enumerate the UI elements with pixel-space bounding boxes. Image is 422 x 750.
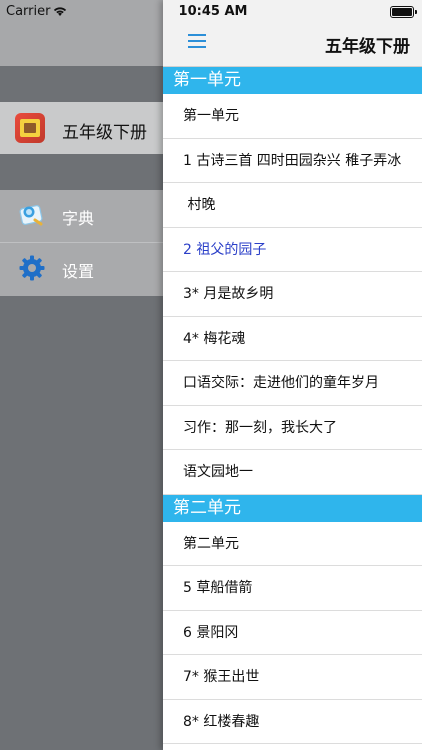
list-item[interactable]: 5 草船借箭 [163, 566, 422, 611]
menu-item-settings-label: 设置 [62, 262, 95, 281]
content-panel: 10:45 AM 五年级下册 第一单元 第一单元 1 古诗三首 四时田园杂兴 稚… [163, 0, 422, 750]
menu-item-settings[interactable]: 设置 [0, 243, 164, 295]
list-item[interactable]: 4* 梅花魂 [163, 317, 422, 361]
menu-block: 字典 设置 [0, 190, 164, 296]
page-title: 五年级下册 [325, 37, 410, 57]
book-label: 五年级下册 [62, 123, 147, 143]
gear-icon [19, 255, 45, 281]
book-menu-item[interactable]: 五年级下册 [0, 102, 164, 154]
wifi-icon [53, 7, 67, 16]
section-header-unit-2: 第二单元 [163, 494, 422, 522]
list-item[interactable]: 习作：那一刻，我长大了 [163, 406, 422, 450]
list-item[interactable]: 第一单元 [163, 94, 422, 139]
list-item[interactable]: 口语交际：走进他们的童年岁月 [163, 361, 422, 406]
dictionary-icon [19, 205, 43, 226]
menu-item-dictionary-label: 字典 [62, 209, 95, 228]
status-time: 10:45 AM [178, 4, 248, 19]
status-bar-left: Carrier [0, 0, 164, 66]
list-item[interactable]: 语文园地一 [163, 450, 422, 495]
list-item[interactable]: 8* 红楼春趣 [163, 700, 422, 744]
list-item[interactable]: 1 古诗三首 四时田园杂兴 稚子弄冰 [163, 139, 422, 183]
list-item[interactable]: 3* 月是故乡明 [163, 272, 422, 317]
list-item[interactable]: 村晚 [163, 183, 422, 228]
menu-toggle-icon[interactable] [188, 34, 206, 48]
book-cover-icon [15, 113, 45, 143]
carrier-label: Carrier [6, 4, 51, 19]
list-item[interactable]: 7* 猴王出世 [163, 655, 422, 700]
list-item-selected[interactable]: 2 祖父的园子 [163, 228, 422, 272]
navigation-bar: 10:45 AM 五年级下册 [163, 0, 422, 67]
section-header-unit-1: 第一单元 [163, 67, 422, 94]
list-item[interactable]: 第二单元 [163, 522, 422, 566]
menu-item-dictionary[interactable]: 字典 [0, 190, 164, 242]
lesson-list: 第一单元 第一单元 1 古诗三首 四时田园杂兴 稚子弄冰 村晚 2 祖父的园子 … [163, 67, 422, 744]
battery-icon [390, 6, 417, 18]
side-menu: Carrier 五年级下册 字典 设置 [0, 0, 164, 750]
list-item[interactable]: 6 景阳冈 [163, 611, 422, 655]
